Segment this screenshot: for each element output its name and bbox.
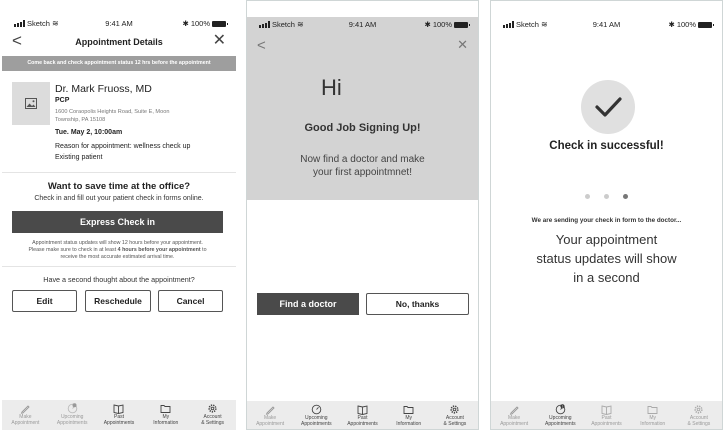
nav-bar: < Appointment Details ✕ [2,32,236,52]
tab-bar: Make Appointment Upcoming Appointments Pas… [247,401,478,429]
gauge-icon [66,403,78,414]
tab-make-appointment[interactable]: Make Appointment [2,400,49,430]
page-dot-active [623,194,628,199]
status-bar: Sketch ≋ 9:41 AM ✱ 100% [2,18,236,30]
tab-upcoming-appointments[interactable]: Upcoming Appointments [49,400,96,430]
greeting: Hi [321,75,342,100]
close-icon[interactable]: ✕ [457,37,468,53]
back-icon[interactable]: < [257,37,266,54]
gauge-icon [310,404,322,415]
gear-icon [693,404,705,415]
folder-icon [403,404,415,415]
page-dot [604,194,609,199]
tab-my-information[interactable]: My Information [386,401,432,429]
folder-icon [647,404,659,415]
tab-my-information[interactable]: My Information [142,400,189,430]
image-placeholder-icon [25,98,37,109]
doctor-photo [12,82,50,125]
check-in-heading: Check in successful! [549,140,664,152]
battery-label: 100% [190,19,210,28]
tab-account-settings[interactable]: Account & Settings [432,401,478,429]
appointment-details-screen: Sketch ≋ 9:41 AM ✱ 100% < Appointment De… [2,0,236,430]
no-thanks-button[interactable]: No, thanks [366,293,469,315]
battery-icon [454,21,470,28]
battery-icon [698,21,714,28]
close-icon[interactable]: ✕ [213,32,226,50]
status-bar: Sketch ≋ 9:41 AM ✱ 100% [491,19,722,31]
express-check-in-button[interactable]: Express Check in [12,211,223,233]
gear-icon [449,404,461,415]
doctor-specialty: PCP [55,97,70,104]
tab-past-appointments[interactable]: Past Appointments [339,401,385,429]
tab-bar: Make Appointment 3 Upcoming Appointments P… [491,401,722,429]
battery-label: 100% [676,20,696,29]
tab-upcoming-appointments[interactable]: Upcoming Appointments [293,401,339,429]
tab-bar: Make Appointment Upcoming Appointments Pas… [2,400,236,430]
checkmark-icon [581,80,635,134]
save-time-subtitle: Check in and fill out your patient check… [34,195,204,202]
battery-label: 100% [432,20,452,29]
second-thought-label: Have a second thought about the appointm… [43,275,195,284]
tab-upcoming-appointments[interactable]: 3 Upcoming Appointments [537,401,583,429]
reschedule-button[interactable]: Reschedule [85,290,151,312]
status-updates-message: Your appointment status updates will sho… [536,232,677,285]
appointment-reason: Reason for appointment: wellness check u… [55,143,191,161]
divider [2,266,236,267]
tab-my-information[interactable]: My Information [630,401,676,429]
doctor-address: 1600 Coraopolis Heights Road, Suite E, M… [55,109,170,123]
page-indicator [491,194,722,199]
signup-success-screen: Sketch ≋ 9:41 AM ✱ 100% < ✕ Hi Good Job … [246,0,479,430]
tab-account-settings[interactable]: Account & Settings [676,401,722,429]
book-icon [601,404,613,415]
appointment-time: Tue. May 2, 10:00am [55,129,123,136]
sending-label: We are sending your check in form to the… [531,217,682,224]
pencil-icon [508,404,520,415]
find-doctor-button[interactable]: Find a doctor [257,293,359,315]
book-icon [113,403,125,414]
status-bar: Sketch ≋ 9:41 AM ✱ 100% [247,19,478,31]
cancel-button[interactable]: Cancel [158,290,223,312]
bluetooth-icon: ✱ [668,20,675,29]
status-note: Appointment status updates will show 12 … [28,240,207,260]
pencil-icon [19,403,31,414]
divider [2,172,236,173]
folder-icon [160,403,172,414]
tab-past-appointments[interactable]: Past Appointments [96,400,143,430]
bluetooth-icon: ✱ [424,20,431,29]
battery-icon [212,20,228,27]
page-title: Appointment Details [75,37,163,47]
book-icon [357,404,369,415]
welcome-hero: Sketch ≋ 9:41 AM ✱ 100% < ✕ Hi Good Job … [247,17,478,200]
signup-subtitle: Now find a doctor and make your first ap… [300,154,425,178]
save-time-heading: Want to save time at the office? [47,181,191,192]
edit-button[interactable]: Edit [12,290,77,312]
check-in-success-screen: Sketch ≋ 9:41 AM ✱ 100% Check in success… [490,0,723,430]
tab-make-appointment[interactable]: Make Appointment [247,401,293,429]
pencil-icon [264,404,276,415]
tab-past-appointments[interactable]: Past Appointments [583,401,629,429]
signup-heading: Good Job Signing Up! [304,122,421,134]
info-banner: Come back and check appointment status 1… [2,56,236,71]
tab-make-appointment[interactable]: Make Appointment [491,401,537,429]
gauge-icon: 3 [554,404,566,415]
doctor-name: Dr. Mark Fruoss, MD [55,83,152,95]
bluetooth-icon: ✱ [182,19,189,28]
gear-icon [207,403,219,414]
tab-account-settings[interactable]: Account & Settings [189,400,236,430]
page-dot [585,194,590,199]
